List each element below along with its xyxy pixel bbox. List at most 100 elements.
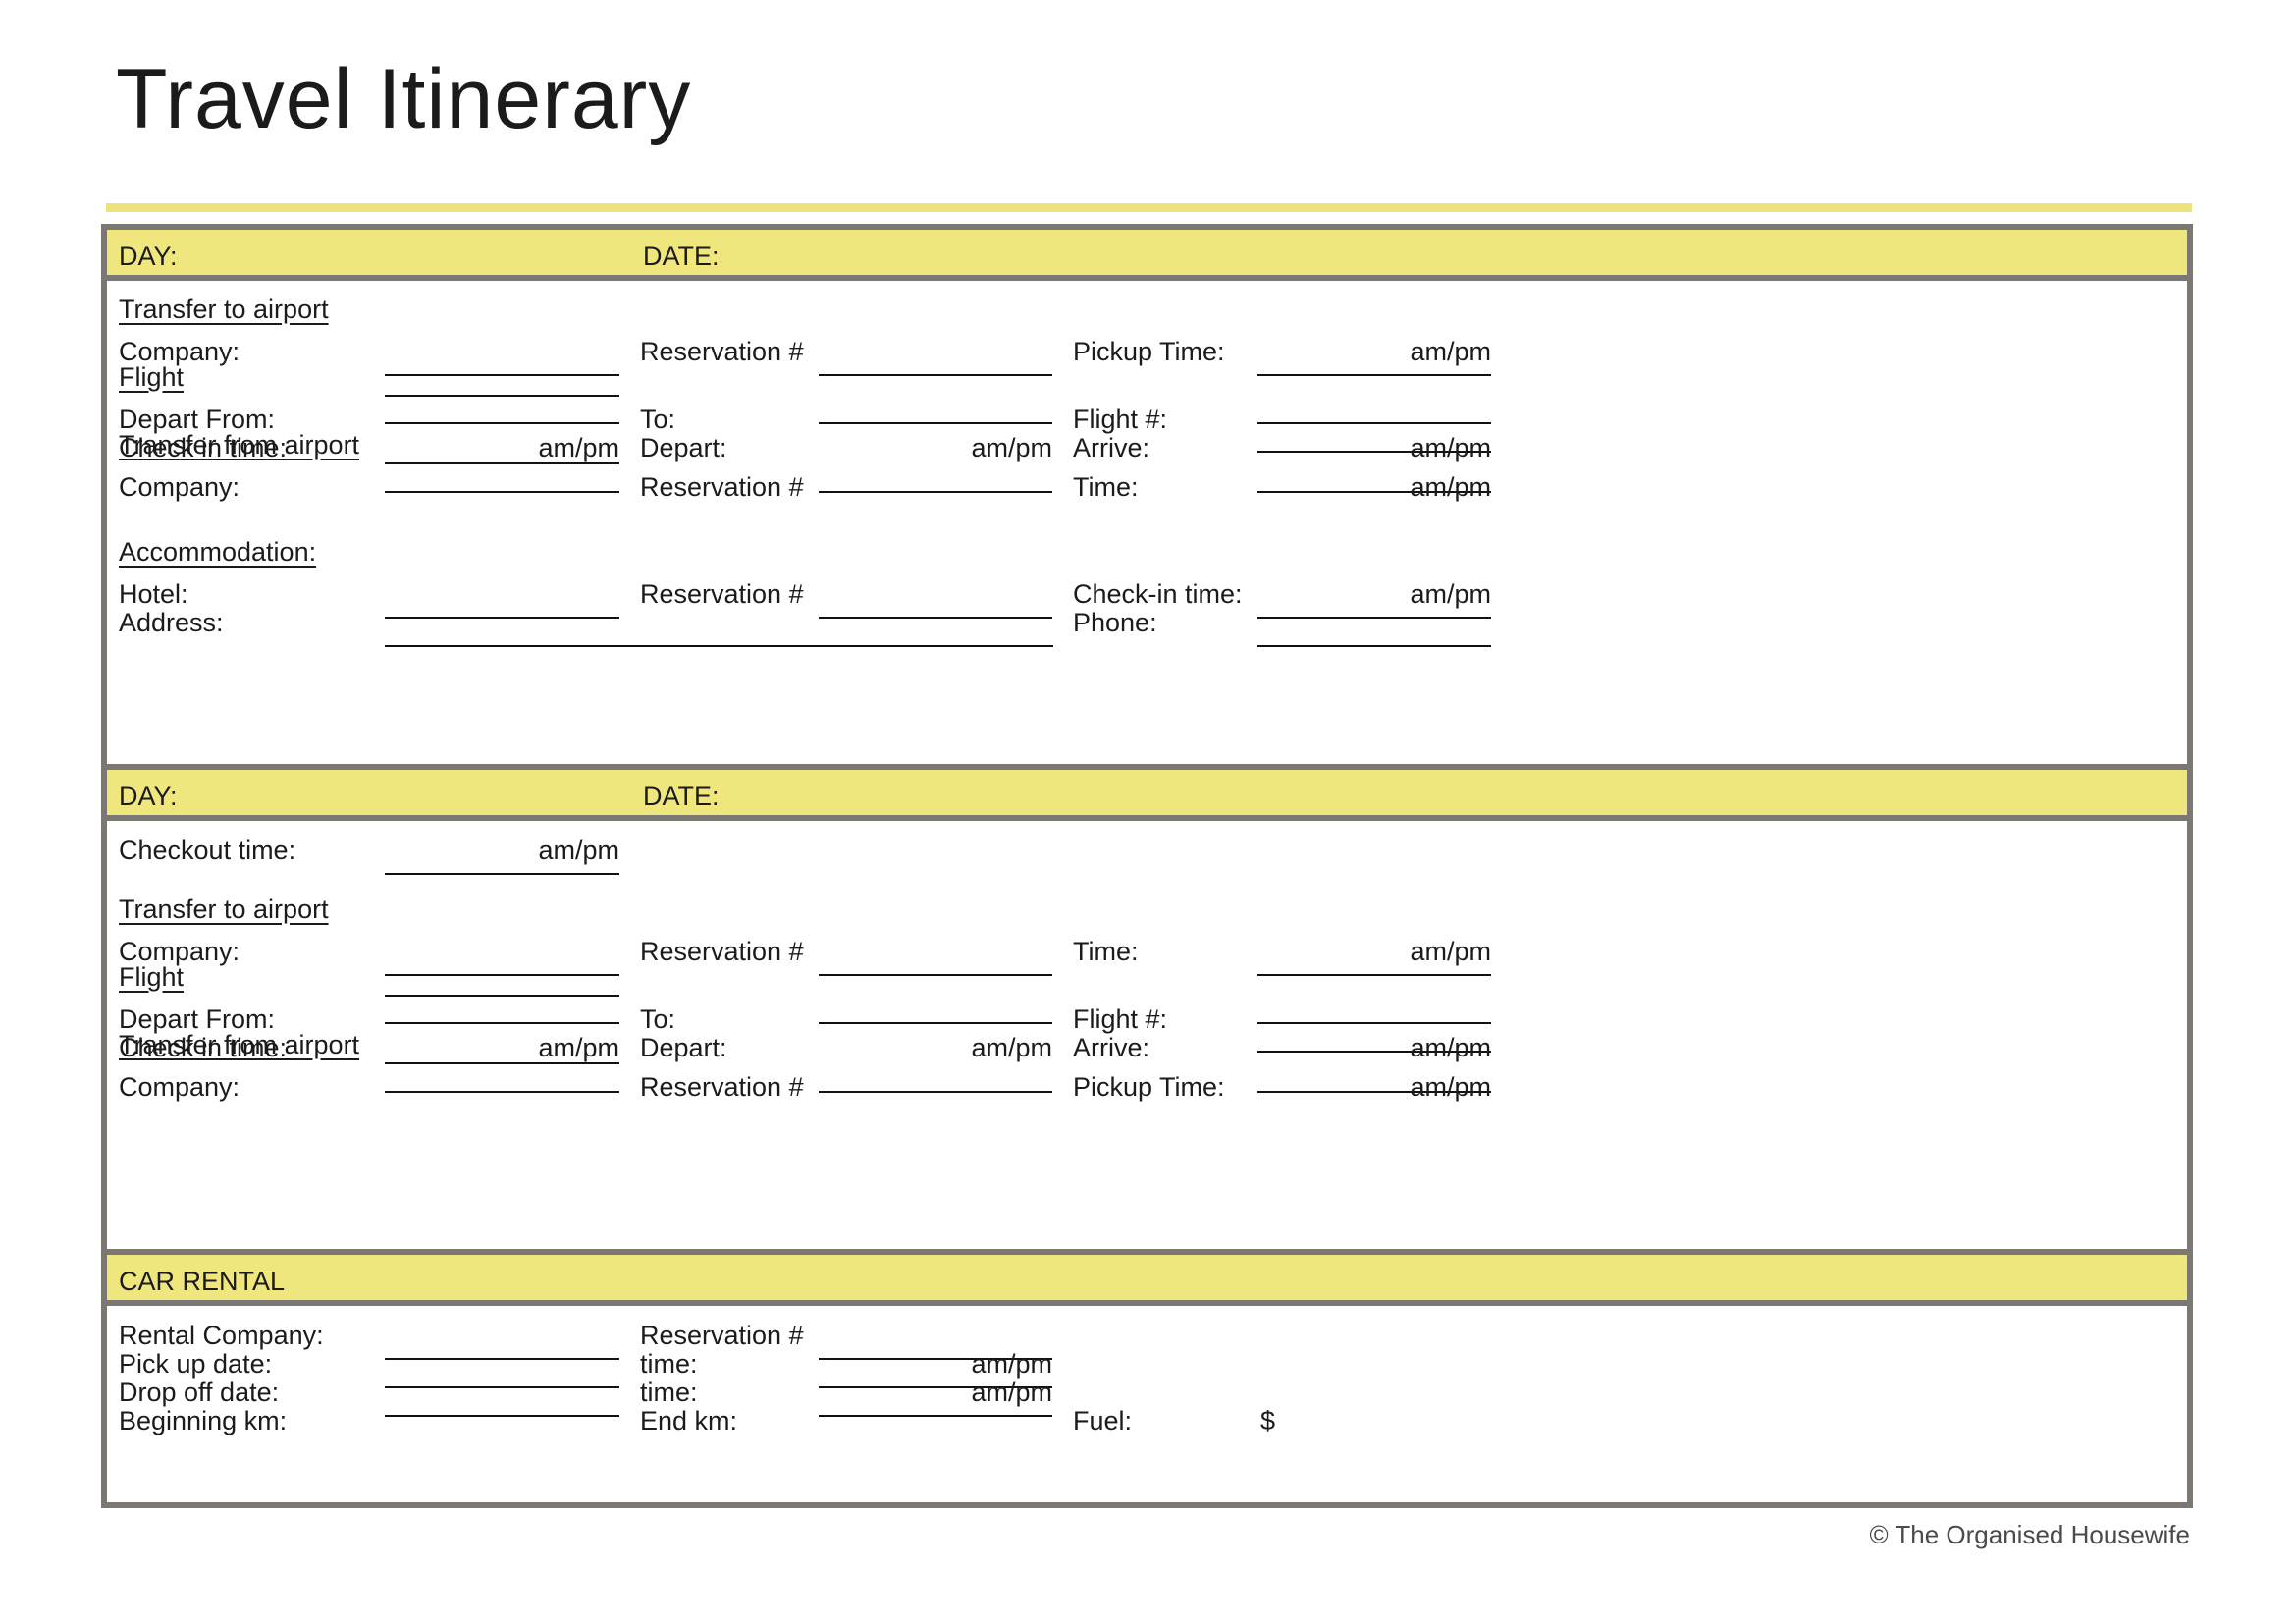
rental-company-label: Rental Company: (119, 1321, 324, 1350)
flight-number-input-1[interactable] (1257, 422, 1491, 424)
drop-off-time-ampm: am/pm (971, 1378, 1052, 1407)
company-label-1: Company: (119, 337, 240, 366)
reservation-input-5[interactable] (819, 1091, 1052, 1093)
reservation-label-2: Reservation # (640, 472, 804, 502)
to-label-2: To: (640, 1004, 676, 1034)
title-accent-rule (106, 203, 2192, 212)
depart-input-2[interactable] (819, 1022, 1052, 1024)
end-km-label: End km: (640, 1406, 738, 1435)
rental-company-input[interactable] (385, 1358, 619, 1360)
flight-number-label-2: Flight #: (1073, 1004, 1168, 1034)
address-label-1: Address: (119, 608, 224, 637)
company-input-2b[interactable] (385, 491, 619, 493)
depart-from-input-1[interactable] (385, 395, 619, 397)
group-transfer-from-airport-1: Transfer from airport (119, 430, 360, 460)
reservation-label-1: Reservation # (640, 337, 804, 366)
hotel-label-1: Hotel: (119, 579, 188, 609)
day-header-band-1: DAY: DATE: (107, 230, 2187, 281)
reservation-input-2[interactable] (819, 491, 1052, 493)
reservation-label-3: Reservation # (640, 579, 804, 609)
company-label-3: Company: (119, 937, 240, 966)
day-label-2: DAY: (119, 782, 178, 811)
time-label-2: Time: (1073, 937, 1139, 966)
date-label-1: DATE: (643, 242, 720, 271)
phone-input-1[interactable] (1257, 645, 1491, 647)
day-section-1: DAY: DATE: Transfer to airport Company: … (101, 224, 2193, 521)
car-rental-label: CAR RENTAL (119, 1267, 286, 1296)
car-rental-header-band: CAR RENTAL (107, 1255, 2187, 1306)
pick-up-time-label: time: (640, 1349, 698, 1379)
day-section-2: DAY: DATE: Checkout time: am/pm Transfer… (101, 770, 2193, 1255)
drop-off-time-input[interactable] (819, 1415, 1052, 1417)
hotel-check-in-input-1[interactable] (1257, 617, 1491, 619)
address-input-1[interactable] (385, 645, 1053, 647)
group-transfer-from-airport-2: Transfer from airport (119, 1030, 360, 1059)
drop-off-date-input[interactable] (385, 1415, 619, 1417)
date-label-2: DATE: (643, 782, 720, 811)
pickup-time-ampm-1: am/pm (1410, 337, 1491, 366)
arrive-label-1: Arrive: (1073, 433, 1150, 462)
company-input-1[interactable] (385, 374, 619, 376)
phone-label-1: Phone: (1073, 608, 1157, 637)
flight-number-label-1: Flight #: (1073, 405, 1168, 434)
page-title: Travel Itinerary (116, 52, 692, 146)
depart-input-1[interactable] (819, 422, 1052, 424)
hotel-input-1[interactable] (385, 617, 619, 619)
time-input-2[interactable] (1257, 974, 1491, 976)
company-input-2[interactable] (385, 462, 619, 464)
beginning-km-label: Beginning km: (119, 1406, 288, 1435)
checkout-time-input[interactable] (385, 873, 619, 875)
itinerary-page: Travel Itinerary DAY: DATE: Transfer to … (0, 0, 2296, 1624)
time-label-1: Time: (1073, 472, 1139, 502)
pickup-time-label-1: Pickup Time: (1073, 337, 1225, 366)
depart-label-1: Depart: (640, 433, 727, 462)
accommodation-section-1: Accommodation: Hotel: Reservation # Chec… (101, 515, 2193, 770)
check-in-time-input-1[interactable] (385, 422, 619, 424)
group-transfer-to-airport-2: Transfer to airport (119, 894, 329, 924)
reservation-input-4[interactable] (819, 974, 1052, 976)
pick-up-date-input[interactable] (385, 1386, 619, 1388)
arrive-ampm-2: am/pm (1410, 1033, 1491, 1062)
pickup-time-input-1[interactable] (1257, 374, 1491, 376)
group-accommodation-1: Accommodation: (119, 537, 317, 567)
drop-off-date-label: Drop off date: (119, 1378, 280, 1407)
depart-ampm-1: am/pm (971, 433, 1052, 462)
checkout-time-ampm: am/pm (538, 836, 619, 865)
flight-number-input-2[interactable] (1257, 1022, 1491, 1024)
hotel-check-in-ampm-1: am/pm (1410, 579, 1491, 609)
company-input-4[interactable] (385, 1062, 619, 1064)
depart-label-2: Depart: (640, 1033, 727, 1062)
reservation-input-3[interactable] (819, 617, 1052, 619)
company-input-3[interactable] (385, 974, 619, 976)
arrive-ampm-1: am/pm (1410, 433, 1491, 462)
pickup-time-ampm-2: am/pm (1410, 1072, 1491, 1102)
company-label-4: Company: (119, 1072, 240, 1102)
arrive-label-2: Arrive: (1073, 1033, 1150, 1062)
reservation-label-4: Reservation # (640, 937, 804, 966)
depart-from-input-2[interactable] (385, 995, 619, 997)
time-ampm-1: am/pm (1410, 472, 1491, 502)
company-input-4b[interactable] (385, 1091, 619, 1093)
reservation-input-1[interactable] (819, 374, 1052, 376)
time-ampm-2: am/pm (1410, 937, 1491, 966)
check-in-time-input-2[interactable] (385, 1022, 619, 1024)
car-rental-section: CAR RENTAL Rental Company: Reservation #… (101, 1255, 2193, 1508)
day-header-band-2: DAY: DATE: (107, 770, 2187, 821)
check-in-time-ampm-1: am/pm (538, 433, 619, 462)
check-in-time-ampm-2: am/pm (538, 1033, 619, 1062)
drop-off-time-label: time: (640, 1378, 698, 1407)
reservation-label-6: Reservation # (640, 1321, 804, 1350)
hotel-check-in-label-1: Check-in time: (1073, 579, 1243, 609)
to-label-1: To: (640, 405, 676, 434)
group-flight-2: Flight (119, 962, 185, 992)
fuel-label: Fuel: (1073, 1406, 1133, 1435)
pick-up-time-ampm: am/pm (971, 1349, 1052, 1379)
day-label-1: DAY: (119, 242, 178, 271)
company-label-2: Company: (119, 472, 240, 502)
depart-from-label-2: Depart From: (119, 1004, 276, 1034)
checkout-time-label: Checkout time: (119, 836, 296, 865)
reservation-label-5: Reservation # (640, 1072, 804, 1102)
group-flight-1: Flight (119, 362, 185, 392)
depart-ampm-2: am/pm (971, 1033, 1052, 1062)
depart-from-label-1: Depart From: (119, 405, 276, 434)
